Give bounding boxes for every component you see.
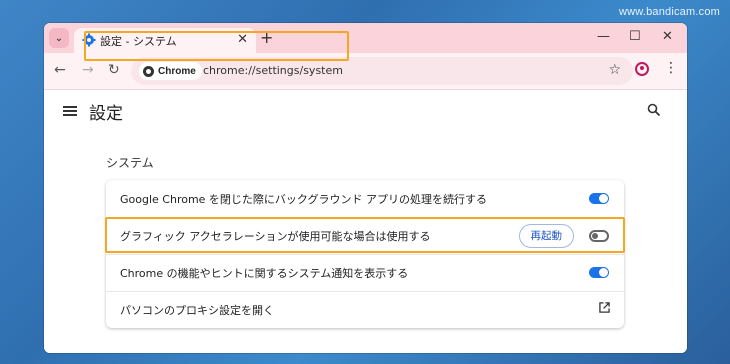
reload-button[interactable]: ↻: [108, 62, 120, 78]
relaunch-button[interactable]: 再起動: [518, 224, 574, 248]
page-title: 設定: [89, 104, 123, 124]
url-text[interactable]: chrome://settings/system: [203, 64, 343, 77]
tab-title: 設定 - システム: [100, 35, 177, 48]
search-icon[interactable]: [647, 103, 661, 117]
menu-kebab-icon[interactable]: ⋮: [664, 60, 678, 76]
list-item: グラフィック アクセラレーションが使用可能な場合は使用する 再起動: [106, 217, 624, 254]
chevron-down-icon: ⌄: [54, 32, 64, 44]
chip-label: Chrome: [158, 65, 196, 77]
system-notifications-toggle[interactable]: [589, 267, 609, 278]
hamburger-menu-icon[interactable]: [63, 104, 77, 118]
address-bar[interactable]: Chrome chrome://settings/system ☆: [131, 57, 633, 85]
system-settings-card: Google Chrome を閉じた際にバックグラウンド アプリの処理を続行する…: [106, 180, 624, 328]
browser-window: ⌄ 設定 - システム ✕ + — ☐ ✕ ← → ↻ Chrome chrom…: [44, 23, 687, 353]
close-window-button[interactable]: ✕: [662, 29, 673, 44]
bookmark-star-icon[interactable]: ☆: [608, 62, 621, 78]
setting-label: グラフィック アクセラレーションが使用可能な場合は使用する: [120, 230, 431, 243]
list-item: Chrome の機能やヒントに関するシステム通知を表示する: [106, 254, 624, 291]
tab-settings[interactable]: 設定 - システム ✕: [74, 28, 256, 53]
forward-button[interactable]: →: [82, 62, 94, 78]
setting-label: パソコンのプロキシ設定を開く: [120, 304, 274, 317]
tab-strip: ⌄ 設定 - システム ✕ + — ☐ ✕: [44, 23, 687, 53]
maximize-button[interactable]: ☐: [629, 29, 641, 44]
settings-page: 設定 システム Google Chrome を閉じた際にバックグラウンド アプリ…: [44, 90, 687, 353]
new-tab-button[interactable]: +: [260, 28, 273, 47]
gear-icon: [82, 33, 96, 47]
tab-search-button[interactable]: ⌄: [49, 28, 69, 48]
proxy-settings-link[interactable]: パソコンのプロキシ設定を開く: [106, 291, 624, 328]
list-item: Google Chrome を閉じた際にバックグラウンド アプリの処理を続行する: [106, 180, 624, 217]
setting-label: Chrome の機能やヒントに関するシステム通知を表示する: [120, 267, 409, 280]
toolbar: ← → ↻ Chrome chrome://settings/system ☆ …: [44, 53, 687, 90]
background-apps-toggle[interactable]: [589, 193, 609, 204]
profile-avatar-icon[interactable]: [635, 62, 649, 76]
site-info-chip[interactable]: Chrome: [139, 62, 202, 80]
watermark: www.bandicam.com: [618, 6, 720, 18]
section-title: システム: [106, 156, 154, 170]
hardware-acceleration-toggle[interactable]: [589, 230, 609, 242]
tab-close-icon[interactable]: ✕: [237, 32, 248, 47]
minimize-button[interactable]: —: [597, 29, 610, 44]
external-link-icon: [599, 302, 610, 313]
setting-label: Google Chrome を閉じた際にバックグラウンド アプリの処理を続行する: [120, 193, 487, 206]
chrome-logo-icon: [143, 65, 154, 77]
back-button[interactable]: ←: [54, 62, 66, 78]
